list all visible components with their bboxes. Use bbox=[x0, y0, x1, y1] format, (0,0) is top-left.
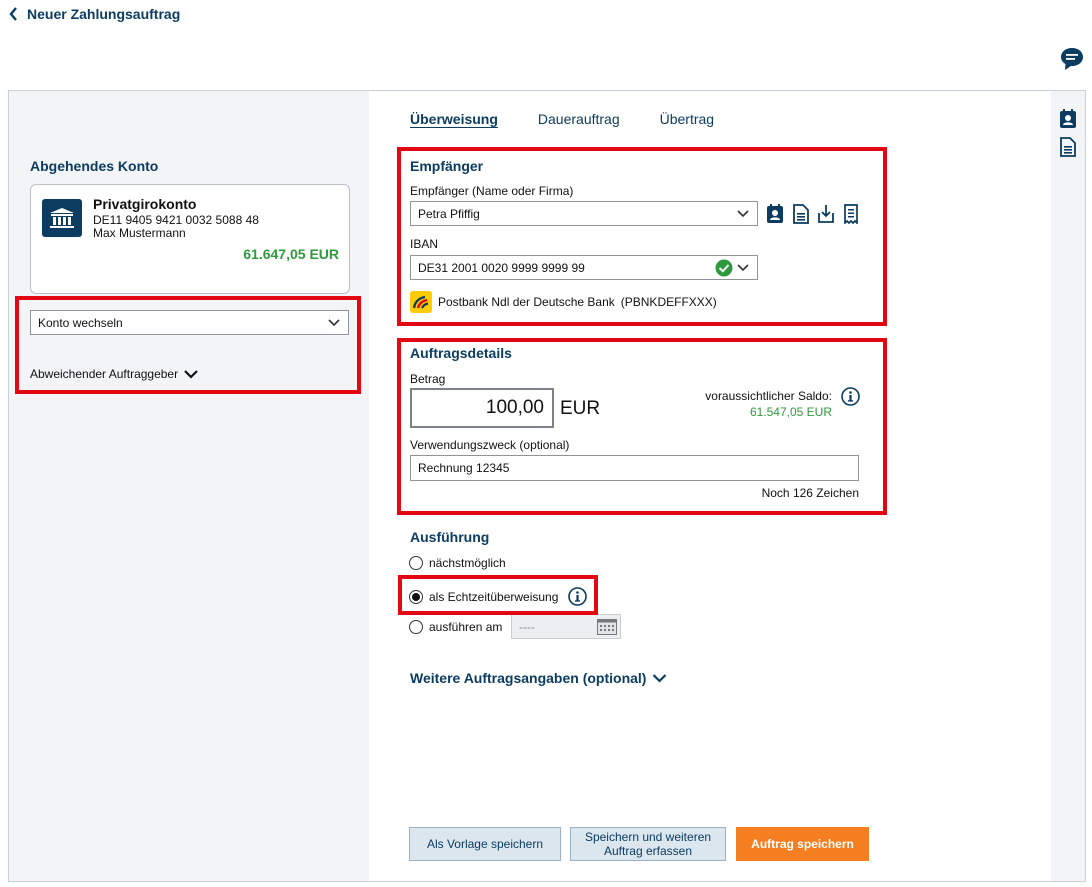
chevron-down-icon bbox=[737, 209, 749, 217]
radio-button[interactable] bbox=[409, 556, 423, 570]
account-card[interactable]: Privatgirokonto DE11 9405 9421 0032 5088… bbox=[30, 184, 350, 294]
tab-uebertrag[interactable]: Übertrag bbox=[660, 111, 714, 127]
purpose-label: Verwendungszweck (optional) bbox=[410, 438, 570, 452]
switch-account-label: Konto wechseln bbox=[38, 315, 123, 330]
iban-field[interactable]: DE31 2001 0020 9999 9999 99 bbox=[410, 255, 758, 280]
save-order-button[interactable]: Auftrag speichern bbox=[736, 827, 869, 861]
payment-type-tabs: Überweisung Dauerauftrag Übertrag bbox=[410, 111, 714, 127]
page-title: Neuer Zahlungsauftrag bbox=[27, 6, 181, 22]
recipient-name-value: Petra Pfiffig bbox=[418, 206, 480, 221]
back-link[interactable]: Neuer Zahlungsauftrag bbox=[8, 6, 180, 22]
amount-input[interactable]: 100,00 bbox=[410, 388, 554, 428]
import-icon[interactable] bbox=[817, 204, 835, 224]
bank-name: Postbank Ndl der Deutsche Bank bbox=[438, 295, 615, 309]
postbank-logo-icon bbox=[410, 291, 432, 313]
order-details-title: Auftragsdetails bbox=[410, 345, 512, 361]
expected-balance-value: 61.547,05 EUR bbox=[749, 405, 832, 419]
save-template-button[interactable]: Als Vorlage speichern bbox=[409, 827, 561, 861]
different-payer-toggle[interactable]: Abweichender Auftraggeber bbox=[30, 367, 198, 381]
document-icon[interactable] bbox=[792, 204, 810, 224]
currency-label: EUR bbox=[560, 398, 601, 419]
radio-button-selected[interactable] bbox=[409, 589, 423, 604]
iban-value: DE31 2001 0020 9999 9999 99 bbox=[418, 260, 585, 275]
recipient-title: Empfänger bbox=[410, 158, 484, 174]
execution-title: Ausführung bbox=[410, 529, 490, 545]
recipient-name-label: Empfänger (Name oder Firma) bbox=[410, 184, 574, 198]
chat-icon[interactable] bbox=[1060, 46, 1084, 72]
info-icon[interactable] bbox=[841, 387, 860, 406]
payment-form-frame: Abgehendes Konto Privatgirokonto DE11 94… bbox=[8, 90, 1086, 882]
radio-asap[interactable]: nächstmöglich bbox=[409, 556, 506, 570]
switch-account-select[interactable]: Konto wechseln bbox=[30, 310, 349, 335]
radio-date-label: ausführen am bbox=[429, 620, 503, 634]
chevron-left-icon bbox=[9, 7, 17, 21]
radio-date[interactable]: ausführen am bbox=[409, 620, 502, 634]
address-book-icon[interactable] bbox=[766, 204, 784, 224]
more-details-toggle[interactable]: Weitere Auftragsangaben (optional) bbox=[410, 670, 667, 686]
chevron-down-icon bbox=[653, 674, 667, 683]
bank-building-icon bbox=[42, 199, 82, 237]
tab-ueberweisung[interactable]: Überweisung bbox=[410, 111, 498, 127]
save-and-new-button[interactable]: Speichern und weiteren Auftrag erfassen bbox=[570, 827, 726, 861]
radio-asap-label: nächstmöglich bbox=[429, 556, 506, 570]
radio-button[interactable] bbox=[409, 620, 423, 634]
different-payer-label: Abweichender Auftraggeber bbox=[30, 367, 179, 381]
recipient-name-field[interactable]: Petra Pfiffig bbox=[410, 201, 758, 226]
receipt-icon[interactable] bbox=[842, 204, 860, 224]
right-toolbar bbox=[1051, 91, 1085, 881]
amount-label: Betrag bbox=[410, 372, 446, 386]
source-account-title: Abgehendes Konto bbox=[30, 158, 159, 174]
chevron-down-icon bbox=[737, 263, 749, 271]
account-balance: 61.647,05 EUR bbox=[243, 246, 339, 262]
account-iban: DE11 9405 9421 0032 5088 48 bbox=[93, 213, 259, 227]
address-book-icon[interactable] bbox=[1059, 109, 1077, 129]
check-circle-icon bbox=[715, 259, 733, 277]
bank-bic: (PBNKDEFFXXX) bbox=[620, 295, 717, 309]
iban-label: IBAN bbox=[410, 237, 439, 251]
info-icon[interactable] bbox=[568, 587, 588, 606]
radio-instant[interactable]: als Echtzeitüberweisung bbox=[409, 587, 588, 606]
recipient-bank-info: Postbank Ndl der Deutsche Bank (PBNKDEFF… bbox=[410, 291, 717, 313]
radio-instant-label: als Echtzeitüberweisung bbox=[429, 589, 559, 604]
chevron-down-icon bbox=[328, 318, 340, 326]
tab-dauerauftrag[interactable]: Dauerauftrag bbox=[538, 111, 620, 127]
document-icon[interactable] bbox=[1059, 137, 1077, 157]
chevron-down-icon bbox=[184, 370, 198, 379]
execution-date-input[interactable]: ---- bbox=[511, 614, 621, 639]
calendar-icon[interactable] bbox=[597, 619, 617, 635]
account-name: Privatgirokonto bbox=[93, 196, 197, 212]
more-details-label: Weitere Auftragsangaben (optional) bbox=[410, 670, 647, 686]
characters-remaining: Noch 126 Zeichen bbox=[761, 486, 859, 500]
date-placeholder: ---- bbox=[519, 619, 535, 634]
expected-balance-label: voraussichtlicher Saldo: bbox=[705, 389, 832, 403]
purpose-input[interactable]: Rechnung 12345 bbox=[410, 455, 859, 481]
account-owner: Max Mustermann bbox=[93, 226, 186, 240]
